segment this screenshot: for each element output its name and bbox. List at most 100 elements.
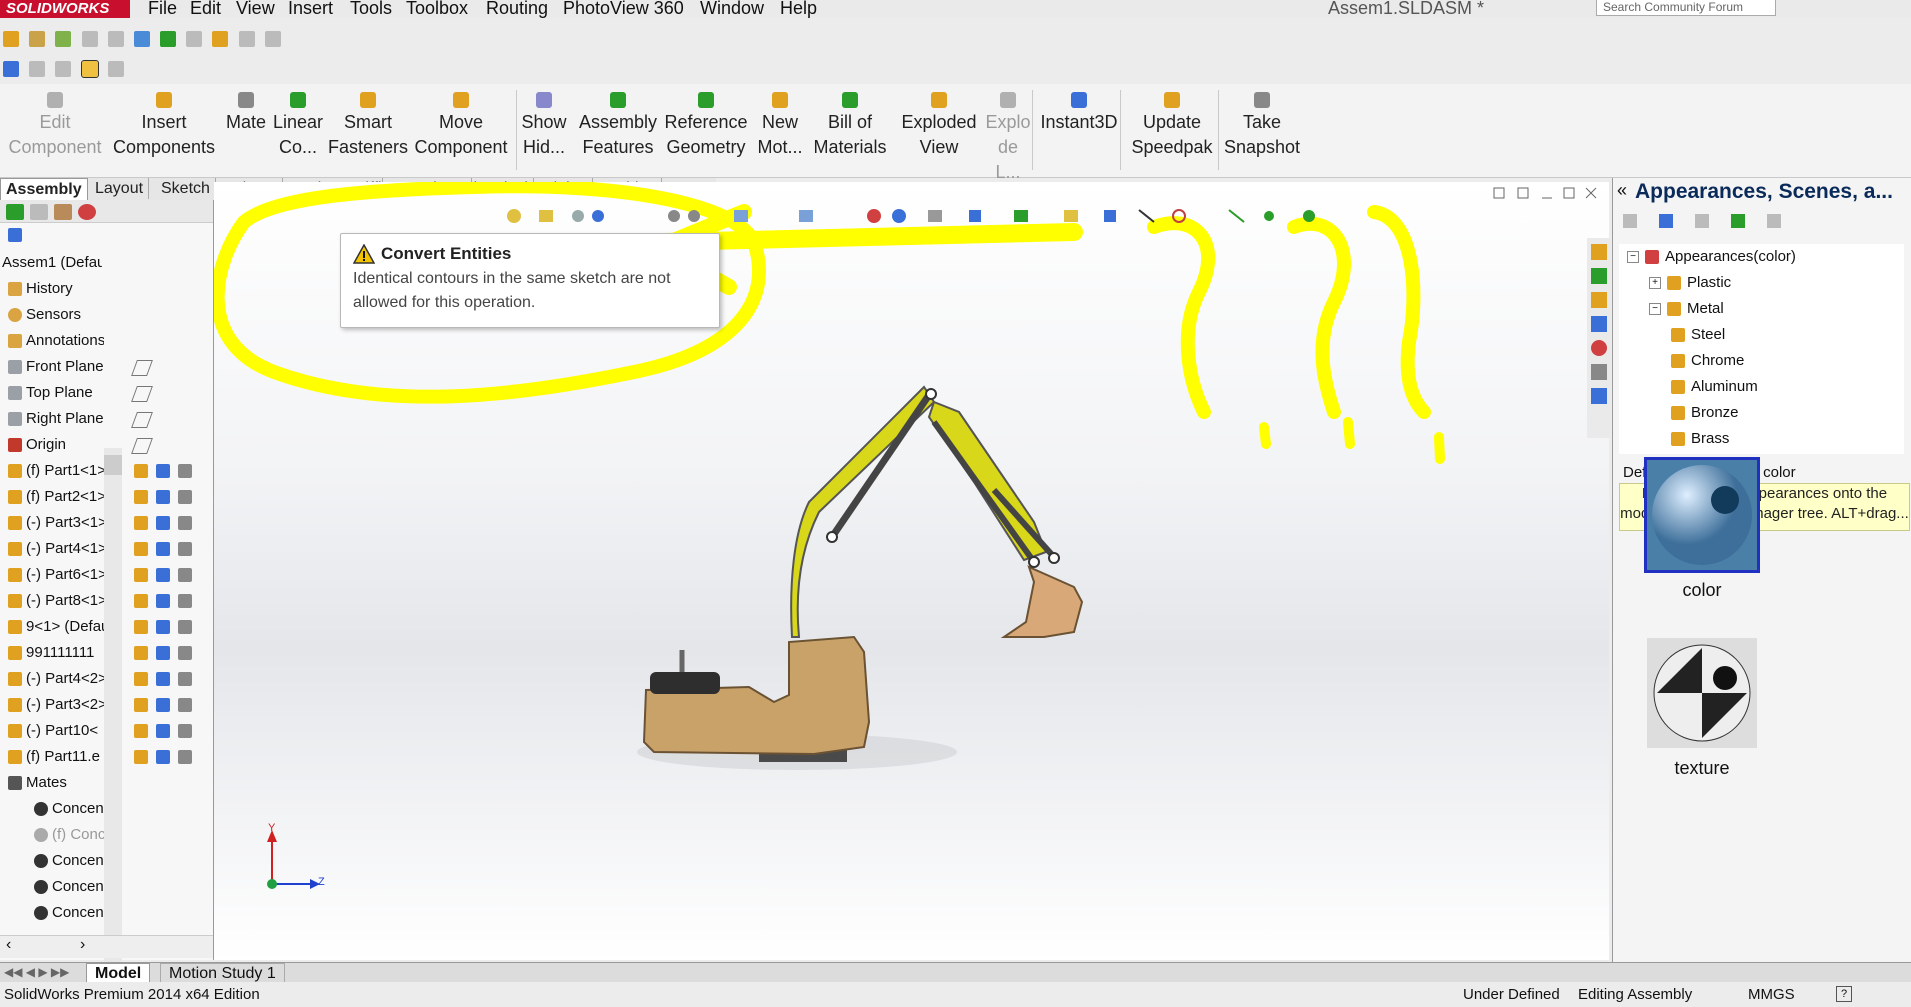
tree-item[interactable]: Top Plane (0, 380, 213, 406)
scroll-left-icon[interactable]: ‹ (6, 936, 11, 954)
expand-icon[interactable]: + (1649, 277, 1661, 290)
expand-icon[interactable]: − (1627, 251, 1639, 264)
menu-toolbox[interactable]: Toolbox (406, 0, 468, 18)
appearance-tree-item[interactable]: Bronze (1671, 400, 1739, 426)
scroll-right-icon[interactable]: › (80, 936, 85, 954)
menu-help[interactable]: Help (780, 0, 817, 18)
menu-routing[interactable]: Routing (486, 0, 548, 18)
menu-insert[interactable]: Insert (288, 0, 333, 18)
menu-edit[interactable]: Edit (190, 0, 221, 18)
add-folder-icon[interactable] (1659, 214, 1673, 228)
tree-item[interactable]: Front Plane (0, 354, 213, 380)
custom-properties-icon[interactable] (1591, 364, 1607, 380)
rectangle-icon[interactable] (264, 31, 281, 47)
convert-entities-tooltip: Convert Entities Identical contours in t… (340, 233, 720, 328)
sketch-icon[interactable] (160, 31, 177, 47)
reference-geometry-button[interactable]: Reference Geometry (660, 84, 752, 176)
tab-assembly[interactable]: Assembly (0, 178, 88, 200)
smart-dimension-icon[interactable] (212, 31, 229, 47)
refresh-all-icon[interactable] (1731, 214, 1745, 228)
tree-root[interactable]: Assem1 (Default (0, 250, 213, 276)
open-icon[interactable] (29, 31, 46, 47)
tab-sketch[interactable]: Sketch (156, 178, 216, 199)
menu-photoview[interactable]: PhotoView 360 (563, 0, 684, 18)
appearance-tree-item[interactable]: − Appearances(color) (1627, 244, 1796, 270)
line-icon[interactable] (238, 31, 255, 47)
appearance-tree-item[interactable]: Chrome (1671, 348, 1744, 374)
new-mot-button[interactable]: New Mot... (756, 84, 804, 176)
bill-of-materials-button[interactable]: Bill of Materials (808, 84, 892, 176)
sketch-plane-icon[interactable] (3, 61, 19, 77)
grid-icon[interactable] (186, 31, 203, 47)
expand-icon[interactable]: − (1649, 303, 1661, 316)
menu-view[interactable]: View (236, 0, 275, 18)
configuration-manager-icon[interactable] (54, 204, 72, 220)
tree-item[interactable]: Annotations (0, 328, 213, 354)
view-palette-icon[interactable] (1591, 316, 1607, 332)
tree-item[interactable]: Right Plane (0, 406, 213, 432)
color-swatch[interactable] (1644, 457, 1760, 573)
take-snapshot-button[interactable]: Take Snapshot (1222, 84, 1302, 176)
move-component-button[interactable]: Move Component (408, 84, 514, 176)
appearance-tree-label: Chrome (1691, 352, 1745, 369)
feature-manager-icon[interactable] (6, 204, 24, 220)
appearance-tree-item[interactable]: Brass (1671, 426, 1729, 452)
update-speedpak-button[interactable]: Update Speedpak (1126, 84, 1218, 176)
fix-float-icon (178, 490, 192, 504)
convert-entities-icon[interactable] (80, 60, 99, 78)
menu-window[interactable]: Window (700, 0, 764, 18)
smart-fasteners-button[interactable]: Smart Fasteners (326, 84, 410, 176)
insert-components-button[interactable]: Insert Components (108, 84, 220, 176)
status-units[interactable]: MMGS (1748, 982, 1795, 1007)
appearance-tree-item[interactable]: − Metal (1649, 296, 1724, 322)
tree-hscrollbar[interactable]: ‹ › (0, 935, 213, 958)
copy-icon[interactable] (81, 31, 98, 47)
texture-swatch[interactable] (1647, 638, 1757, 748)
explo-de-l-button[interactable]: Explo de L... (984, 84, 1032, 182)
tree-item[interactable]: Sensors (0, 302, 213, 328)
file-explorer-icon[interactable] (1591, 292, 1607, 308)
undo-icon[interactable] (133, 31, 150, 47)
new-icon[interactable] (3, 31, 19, 47)
menu-tools[interactable]: Tools (350, 0, 392, 18)
display-manager-icon[interactable] (78, 204, 96, 220)
tree-item-label: (f) Part2<1> (26, 488, 104, 505)
tree-item[interactable]: History (0, 276, 213, 302)
trim-icon[interactable] (29, 61, 46, 77)
tab-layout[interactable]: Layout (90, 178, 150, 199)
offset-icon[interactable] (107, 61, 124, 77)
assembly-features-button[interactable]: Assembly Features (572, 84, 664, 176)
help-icon[interactable]: ? (1836, 986, 1852, 1002)
home-icon[interactable] (1591, 244, 1607, 260)
appearance-tree-item[interactable]: + Plastic (1649, 270, 1731, 296)
show-hid-button[interactable]: Show Hid... (520, 84, 568, 176)
scroll-thumb[interactable] (104, 455, 122, 475)
appearances-icon[interactable] (1591, 340, 1607, 356)
appearances-icon (1645, 250, 1659, 265)
up-icon[interactable] (1767, 214, 1781, 228)
part-icon (8, 672, 22, 686)
paste-icon[interactable] (107, 31, 124, 47)
extend-icon[interactable] (55, 61, 72, 77)
appearance-tree-item[interactable]: Aluminum (1671, 374, 1758, 400)
back-icon[interactable] (1623, 214, 1637, 228)
part-icon (8, 594, 22, 608)
search-input[interactable]: Search Community Forum (1596, 0, 1776, 16)
filter-icon[interactable] (8, 228, 22, 242)
tab-navigation-icon[interactable]: ◀◀ ◀ ▶ ▶▶ (4, 965, 69, 979)
instant3d-button[interactable]: Instant3D (1036, 84, 1122, 176)
refresh-icon[interactable] (1695, 214, 1709, 228)
forum-icon[interactable] (1591, 388, 1607, 404)
menu-file[interactable]: File (148, 0, 177, 18)
edit-component-button[interactable]: Edit Component (0, 84, 110, 176)
design-library-icon[interactable] (1591, 268, 1607, 284)
property-manager-icon[interactable] (30, 204, 48, 220)
rebuild-icon[interactable] (55, 31, 72, 47)
linear-co-button[interactable]: Linear Co... (272, 84, 324, 176)
collapse-icon[interactable]: « (1617, 180, 1627, 201)
filter-row[interactable] (0, 222, 213, 248)
appearance-tree-item[interactable]: Steel (1671, 322, 1725, 348)
exploded-view-button[interactable]: Exploded View (898, 84, 980, 176)
tree-scrollbar[interactable] (104, 448, 122, 978)
mate-button[interactable]: Mate (222, 84, 270, 176)
